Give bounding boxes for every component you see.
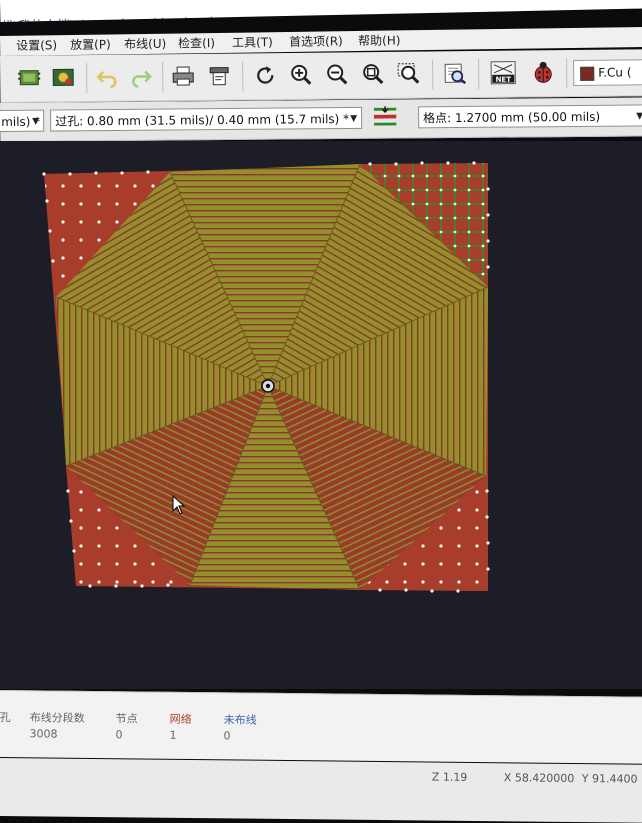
zoom-fit-icon[interactable] [360,61,386,87]
menu-preferences[interactable]: 首选项(R) [289,32,343,50]
message-panel: 孔 布线分段数 3008 节点 0 网络 1 未布线 0 [0,690,642,764]
chevron-down-icon: ▼ [636,111,642,122]
print-icon[interactable] [170,63,196,89]
status-nets: 网络 1 [169,712,192,742]
pcb-canvas[interactable] [0,141,642,689]
window-title: 代\我的文档\a\wenxiang.kicad_pcb [0,12,218,22]
layer-select[interactable]: F.Cu ( [573,59,642,86]
layer-color-swatch [580,66,595,81]
options-bar: mils) * ▼ 过孔: 0.80 mm (31.5 mils)/ 0.40 … [0,97,642,142]
track-width-select[interactable]: mils) * ▼ [0,109,45,133]
menu-tools[interactable]: 工具(T) [232,33,273,51]
x-coordinate: X 58.420000 [503,771,575,786]
chevron-down-icon: ▼ [32,116,40,127]
status-nodes: 节点 0 [115,712,138,742]
chevron-down-icon: ▼ [350,113,358,124]
3d-viewer-icon[interactable] [50,64,76,90]
layer-select-label: F.Cu ( [598,65,632,80]
drc-bug-icon[interactable] [530,59,556,85]
mouse-pointer-icon [172,495,186,515]
menu-route[interactable]: 布线(U) [124,35,166,53]
status-holes: 孔 [0,710,11,725]
zoom-readout: Z 1.19 [431,770,468,784]
menu-settings[interactable]: 设置(S) [16,36,57,54]
zoom-selection-icon[interactable] [396,61,422,87]
undo-icon[interactable] [94,64,120,90]
redo-icon[interactable] [128,63,154,89]
status-unrouted: 未布线 0 [223,713,257,743]
find-icon[interactable] [442,60,468,86]
grid-value: 格点: 1.2700 mm (50.00 mils) [423,109,601,126]
zoom-out-icon[interactable] [324,61,350,87]
grid-select[interactable]: 格点: 1.2700 mm (50.00 mils) ▼ [418,104,642,129]
menu-inspect[interactable]: 检查(I) [178,34,215,52]
via-size-value: 过孔: 0.80 mm (31.5 mils)/ 0.40 mm (15.7 m… [55,111,350,129]
title-bar: 代\我的文档\a\wenxiang.kicad_pcb [0,0,642,22]
auto-track-width-icon[interactable] [372,104,398,130]
menu-place[interactable]: 放置(P) [70,35,111,53]
via-size-select[interactable]: 过孔: 0.80 mm (31.5 mils)/ 0.40 mm (15.7 m… [50,106,363,132]
y-coordinate: Y 91.4400 [581,772,638,786]
plot-icon[interactable] [206,63,232,89]
netlist-label: NET [496,76,512,84]
menu-help[interactable]: 帮助(H) [358,31,401,49]
pcb-board-view [0,141,642,689]
refresh-icon[interactable] [252,62,278,88]
coordinate-bar: Z 1.19 X 58.420000 Y 91.4400 [0,758,642,823]
load-footprint-icon[interactable] [16,65,42,91]
status-segments: 布线分段数 3008 [29,711,85,741]
main-toolbar: NET F.Cu ( [0,49,642,103]
netlist-icon[interactable]: NET [490,60,516,86]
zoom-in-icon[interactable] [288,62,314,88]
